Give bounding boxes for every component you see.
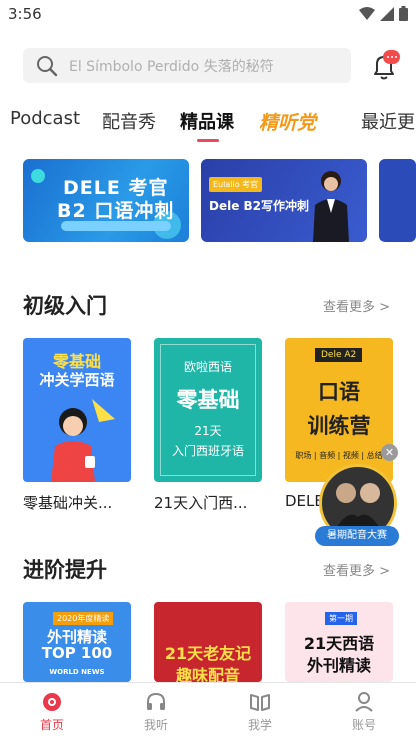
- cover-line: 入门西班牙语: [171, 444, 244, 458]
- course-card[interactable]: 第一期 21天西语 外刊精读: [285, 602, 393, 682]
- nav-account[interactable]: 账号: [334, 691, 394, 733]
- book-icon: [250, 694, 270, 711]
- person-icon: [355, 692, 373, 712]
- close-icon[interactable]: ✕: [381, 444, 398, 461]
- cover-line: 训练营: [307, 414, 371, 438]
- nav-home[interactable]: 首页: [22, 691, 82, 733]
- presenter-image: [313, 171, 349, 242]
- tab-podcast[interactable]: Podcast: [10, 108, 80, 129]
- active-tab-indicator: [197, 139, 219, 142]
- see-more-beginner[interactable]: 查看更多 >: [323, 296, 390, 315]
- cover-line: TOP 100: [41, 644, 113, 662]
- nav-listen[interactable]: 我听: [126, 691, 186, 733]
- notification-badge: [383, 50, 400, 64]
- banner-partial[interactable]: [379, 159, 416, 242]
- cover-line: 第一期: [325, 612, 357, 625]
- tab-recent[interactable]: 最近更: [361, 108, 415, 134]
- tab-premium-course[interactable]: 精品课: [180, 108, 234, 134]
- signal-icon: [380, 6, 394, 21]
- course-card[interactable]: 零基础 冲关学西语: [23, 338, 131, 482]
- cover-line: 欧啦西语: [183, 360, 232, 374]
- cover-line: 口语: [318, 380, 360, 404]
- status-time: 3:56: [8, 5, 42, 23]
- wifi-icon: [359, 6, 375, 20]
- nav-account-label: 账号: [351, 718, 376, 732]
- course-label[interactable]: 零基础冲关...: [23, 492, 135, 513]
- section-title-advanced: 进阶提升: [23, 558, 107, 582]
- see-more-advanced[interactable]: 查看更多 >: [323, 560, 390, 579]
- search-bar[interactable]: El Símbolo Perdido 失落的秘符: [23, 48, 351, 83]
- course-card[interactable]: 2020年度精读 外刊精读 TOP 100 WORLD NEWS: [23, 602, 131, 682]
- banner-tag: Eulalio 考官: [209, 177, 263, 192]
- banner-dele-writing[interactable]: Eulalio 考官 Dele B2写作冲刺: [201, 159, 367, 242]
- cover-line: 21天老友记: [164, 644, 252, 663]
- search-placeholder: El Símbolo Perdido 失落的秘符: [69, 58, 274, 75]
- course-card[interactable]: 欧啦西语 零基础 21天 入门西班牙语: [154, 338, 262, 482]
- course-card[interactable]: 21天老友记 趣味配音: [154, 602, 262, 682]
- nav-study[interactable]: 我学: [230, 691, 290, 733]
- category-tabs: Podcast 配音秀 精品课 精听党 最近更: [0, 108, 416, 142]
- course-label[interactable]: 21天入门西...: [154, 492, 266, 513]
- app-screen: 3:56 El Símbolo Perdido 失落的秘符 Podcast 配音…: [0, 0, 416, 739]
- banner-pill: [61, 221, 171, 231]
- tab-dubbing[interactable]: 配音秀: [102, 108, 156, 134]
- cover-line: 21天: [194, 424, 222, 438]
- banner-dele-oral[interactable]: DELE 考官 B2 口语冲刺: [23, 159, 189, 242]
- headphones-icon: [147, 692, 165, 710]
- cover-line: WORLD NEWS: [49, 668, 105, 676]
- cover-line: Dele A2: [315, 348, 363, 362]
- cover-line: 零基础: [176, 388, 240, 412]
- battery-icon: [399, 6, 408, 21]
- nav-study-label: 我学: [247, 718, 272, 732]
- banner-title: Dele B2写作冲刺: [209, 199, 310, 213]
- nav-listen-label: 我听: [143, 718, 168, 732]
- home-icon: [43, 693, 61, 711]
- status-icons: [359, 6, 408, 21]
- cover-line: 2020年度精读: [53, 612, 114, 625]
- nav-home-label: 首页: [39, 718, 64, 732]
- cover-line: 趣味配音: [175, 666, 240, 682]
- banner-line2: B2 口语冲刺: [57, 200, 175, 222]
- cover-line: 冲关学西语: [39, 371, 115, 389]
- bottom-navigation: 首页 我听 我学 账号: [0, 682, 416, 739]
- tab-intensive-listening[interactable]: 精听党: [259, 108, 316, 135]
- promo-floating[interactable]: 暑期配音大赛: [315, 460, 399, 550]
- status-bar: 3:56: [0, 0, 416, 30]
- cover-line: 外刊精读: [306, 656, 371, 675]
- decor-circle: [31, 169, 45, 183]
- notification-button[interactable]: [371, 50, 400, 80]
- promo-label: 暑期配音大赛: [315, 526, 399, 546]
- search-icon: [37, 55, 58, 76]
- section-title-beginner: 初级入门: [23, 294, 107, 318]
- cover-illustration: [51, 399, 115, 482]
- cover-line: 21天西语: [303, 634, 375, 653]
